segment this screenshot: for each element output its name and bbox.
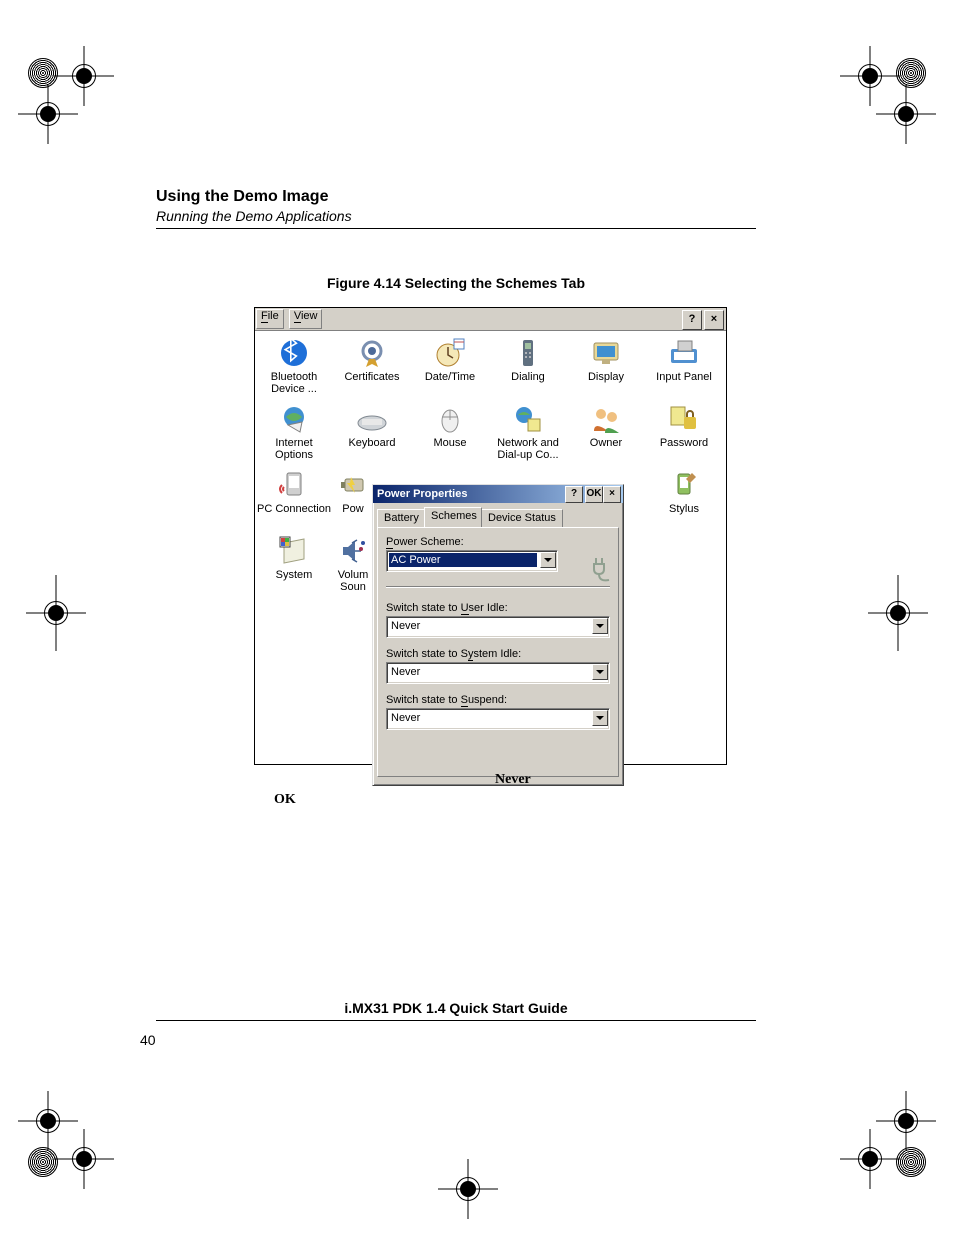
- cp-volume[interactable]: Volum Soun: [333, 535, 373, 593]
- combo-value: Never: [389, 711, 589, 725]
- cp-bluetooth[interactable]: Bluetooth Device ...: [255, 337, 333, 395]
- network-icon: [512, 403, 544, 435]
- combo-value: Never: [389, 665, 589, 679]
- control-panel: Bluetooth Device ... Certificates Date/T…: [255, 331, 726, 764]
- header-subtitle: Running the Demo Applications: [156, 208, 756, 224]
- chevron-down-icon[interactable]: [592, 664, 608, 680]
- header-rule: [156, 228, 756, 229]
- suspend-combo[interactable]: Never: [386, 708, 610, 730]
- page-number: 40: [140, 1032, 156, 1048]
- combo-value: Never: [389, 619, 589, 633]
- suspend-label: Switch state to Suspend:: [386, 694, 610, 706]
- bluetooth-icon: [278, 337, 310, 369]
- cp-display[interactable]: Display: [567, 337, 645, 383]
- cp-label: Display: [567, 371, 645, 383]
- system-idle-combo[interactable]: Never: [386, 662, 610, 684]
- cp-label: Pow: [333, 503, 373, 515]
- tab-schemes[interactable]: Schemes: [424, 507, 482, 527]
- inputpanel-icon: [668, 337, 700, 369]
- cp-label: Bluetooth Device ...: [255, 371, 333, 395]
- cp-label: Password: [645, 437, 723, 449]
- user-idle-combo[interactable]: Never: [386, 616, 610, 638]
- chevron-down-icon[interactable]: [592, 710, 608, 726]
- battery-icon: [337, 469, 369, 501]
- divider: [386, 586, 610, 588]
- cp-inputpanel[interactable]: Input Panel: [645, 337, 723, 383]
- internet-icon: [278, 403, 310, 435]
- cp-certificates[interactable]: Certificates: [333, 337, 411, 383]
- stylus-icon: [668, 469, 700, 501]
- tab-panel: Power Scheme: AC Power Switch state to U…: [377, 527, 619, 777]
- cp-label: Owner: [567, 437, 645, 449]
- dialog-titlebar[interactable]: Power Properties ? OK ×: [373, 485, 623, 503]
- cp-label: Internet Options: [255, 437, 333, 461]
- cp-mouse[interactable]: Mouse: [411, 403, 489, 449]
- help-button[interactable]: ?: [682, 310, 702, 330]
- figure-caption: Figure 4.14 Selecting the Schemes Tab: [156, 275, 756, 291]
- cp-label: Certificates: [333, 371, 411, 383]
- cp-stylus[interactable]: Stylus: [645, 469, 723, 515]
- cp-label: Volum Soun: [333, 569, 373, 593]
- speaker-icon: [337, 535, 369, 567]
- header-title: Using the Demo Image: [156, 188, 756, 206]
- menu-view[interactable]: View: [289, 309, 323, 329]
- cp-label: System: [255, 569, 333, 581]
- cp-pcconn[interactable]: PC Connection: [255, 469, 333, 515]
- tab-battery[interactable]: Battery: [377, 509, 425, 527]
- page-header: Using the Demo Image Running the Demo Ap…: [156, 188, 756, 224]
- dialog-title: Power Properties: [377, 488, 467, 500]
- combo-value: AC Power: [389, 553, 537, 567]
- mouse-icon: [434, 403, 466, 435]
- clock-icon: [434, 337, 466, 369]
- pda-icon: [278, 469, 310, 501]
- power-scheme-label: Power Scheme:: [386, 536, 610, 548]
- chevron-down-icon[interactable]: [540, 552, 556, 568]
- user-idle-label: Switch state to User Idle:: [386, 602, 610, 614]
- display-icon: [590, 337, 622, 369]
- cp-datetime[interactable]: Date/Time: [411, 337, 489, 383]
- owner-icon: [590, 403, 622, 435]
- menu-file[interactable]: File: [256, 309, 284, 329]
- footer-title: i.MX31 PDK 1.4 Quick Start Guide: [156, 1000, 756, 1016]
- close-button[interactable]: ×: [704, 310, 724, 330]
- cp-power[interactable]: Pow: [333, 469, 373, 515]
- footer-rule: [156, 1020, 756, 1021]
- lock-icon: [668, 403, 700, 435]
- chevron-down-icon[interactable]: [592, 618, 608, 634]
- cp-label: PC Connection: [255, 503, 333, 515]
- menubar: File View ? ×: [255, 308, 726, 331]
- dialog-ok-button[interactable]: OK: [585, 486, 603, 503]
- phone-icon: [512, 337, 544, 369]
- cp-label: Input Panel: [645, 371, 723, 383]
- screenshot-window: File View ? × Bluetooth Device ... Certi…: [254, 307, 727, 765]
- cp-label: Date/Time: [411, 371, 489, 383]
- cp-owner[interactable]: Owner: [567, 403, 645, 449]
- cp-dialing[interactable]: Dialing: [489, 337, 567, 383]
- power-scheme-combo[interactable]: AC Power: [386, 550, 558, 572]
- cp-label: Mouse: [411, 437, 489, 449]
- cp-label: Network and Dial-up Co...: [489, 437, 567, 461]
- system-icon: [278, 535, 310, 567]
- power-properties-dialog: Power Properties ? OK × Battery Schemes …: [372, 484, 624, 786]
- dialog-close-button[interactable]: ×: [603, 486, 621, 503]
- certificate-icon: [356, 337, 388, 369]
- caption-ok: OK: [274, 792, 296, 808]
- plug-icon: [592, 556, 614, 584]
- cp-network[interactable]: Network and Dial-up Co...: [489, 403, 567, 461]
- dialog-tabs: Battery Schemes Device Status: [377, 507, 619, 527]
- cp-label: Dialing: [489, 371, 567, 383]
- tab-device-status[interactable]: Device Status: [481, 509, 563, 527]
- cp-label: Keyboard: [333, 437, 411, 449]
- cp-password[interactable]: Password: [645, 403, 723, 449]
- cp-system[interactable]: System: [255, 535, 333, 581]
- keyboard-icon: [356, 403, 388, 435]
- cp-label: Stylus: [645, 503, 723, 515]
- cp-internet[interactable]: Internet Options: [255, 403, 333, 461]
- dialog-help-button[interactable]: ?: [565, 486, 583, 503]
- system-idle-label: Switch state to System Idle:: [386, 648, 610, 660]
- cp-keyboard[interactable]: Keyboard: [333, 403, 411, 449]
- caption-never: Never: [495, 772, 531, 788]
